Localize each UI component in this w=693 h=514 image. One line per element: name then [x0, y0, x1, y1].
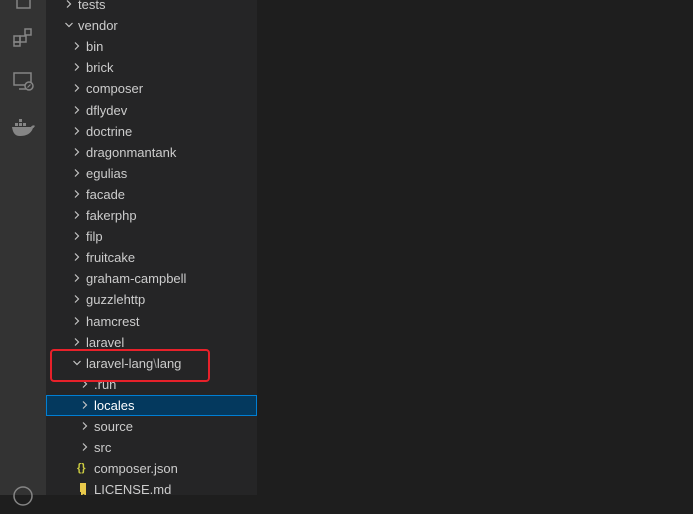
tree-item-label: tests: [78, 0, 106, 12]
tree-item-label: laravel-lang\lang: [86, 353, 181, 374]
tree-item-label: vendor: [78, 18, 118, 34]
tree-item-fakerphp[interactable]: fakerphp: [46, 205, 257, 226]
remote-explorer-icon[interactable]: [0, 63, 46, 99]
tree-item-laravel-lang-lang[interactable]: laravel-lang\lang: [46, 353, 257, 374]
tree-item-label: source: [94, 419, 134, 434]
chevron-right-icon: [80, 416, 90, 437]
tree-item-dragonmantank[interactable]: dragonmantank: [46, 142, 257, 163]
tree-item-vendor[interactable]: vendor: [46, 15, 257, 36]
chevron-right-icon: [72, 311, 82, 332]
chevron-right-icon: [72, 332, 82, 353]
json-file-icon: {}: [77, 462, 86, 475]
tree-item-composer[interactable]: composer: [46, 78, 257, 99]
tree-item-tests[interactable]: tests: [46, 0, 257, 15]
tree-item-label: composer.json: [94, 461, 178, 477]
tree-item-egulias[interactable]: egulias: [46, 163, 257, 184]
chevron-down-icon: [72, 353, 82, 374]
tree-item-label: bin: [86, 39, 104, 55]
chevron-right-icon: [72, 142, 82, 163]
tree-item-fruitcake[interactable]: fruitcake: [46, 247, 257, 268]
tree-item-label: filp: [86, 229, 103, 245]
chevron-right-icon: [72, 268, 82, 289]
license-file-icon: [79, 479, 88, 495]
extensions-icon[interactable]: [0, 19, 46, 55]
tree-item-label: .run: [94, 376, 117, 392]
tree-item-src[interactable]: src: [46, 437, 257, 458]
tree-item-label: fakerphp: [86, 208, 137, 223]
tree-item-source[interactable]: source: [46, 416, 257, 437]
accounts-icon[interactable]: [0, 478, 46, 514]
docker-icon[interactable]: [0, 110, 46, 146]
tree-item-label: src: [94, 440, 112, 456]
chevron-right-icon: [72, 100, 82, 121]
folder-segment-laravel-lang: laravel-lang: [86, 355, 154, 371]
tree-item-label: egulias: [86, 165, 128, 181]
tree-item-label: dflydev: [86, 102, 128, 118]
tree-item-run[interactable]: .run: [46, 374, 257, 395]
tree-item-label: fruitcake: [86, 250, 136, 266]
tree-item-label: dragonmantank: [86, 144, 177, 160]
activity-bar: [0, 0, 46, 506]
chevron-right-icon: [72, 289, 82, 310]
tree-item-label: brick: [86, 60, 114, 76]
tree-item-facade[interactable]: facade: [46, 184, 257, 205]
chevron-right-icon: [80, 437, 90, 458]
tree-item-label: hamcrest: [86, 313, 140, 329]
tree-item-guzzlehttp[interactable]: guzzlehttp: [46, 289, 257, 310]
tree-item-label: facade: [86, 186, 126, 202]
explorer-icon[interactable]: [0, 0, 46, 18]
chevron-right-icon: [72, 226, 82, 247]
tree-item-locales[interactable]: locales: [46, 394, 257, 416]
chevron-down-icon: [64, 15, 74, 36]
tree-item-label: laravel: [86, 334, 125, 350]
tree-item-label: LICENSE.md: [94, 482, 172, 495]
chevron-right-icon: [72, 57, 82, 78]
chevron-right-icon: [80, 395, 90, 416]
chevron-right-icon: [72, 163, 82, 184]
explorer-panel: tests vendor bin brick composer dflydev doctri…: [46, 0, 257, 495]
tree-item-label: graham-campbell: [86, 271, 187, 287]
tree-item-hamcrest[interactable]: hamcrest: [46, 311, 257, 332]
tree-item-bin[interactable]: bin: [46, 36, 257, 57]
chevron-right-icon: [72, 205, 82, 226]
folder-segment-lang: lang: [156, 355, 182, 371]
tree-item-dflydev[interactable]: dflydev: [46, 100, 257, 121]
tree-item-license-md[interactable]: LICENSE.md: [46, 479, 257, 495]
chevron-right-icon: [72, 121, 82, 142]
tree-item-composer-json[interactable]: {} composer.json: [46, 458, 257, 479]
editor-area: [257, 0, 693, 495]
tree-item-filp[interactable]: filp: [46, 226, 257, 247]
tree-item-doctrine[interactable]: doctrine: [46, 121, 257, 142]
chevron-right-icon: [72, 36, 82, 57]
tree-item-brick[interactable]: brick: [46, 57, 257, 78]
tree-item-label: composer: [86, 81, 144, 97]
tree-item-label: locales: [94, 397, 135, 413]
tree-item-label: doctrine: [86, 123, 133, 139]
chevron-right-icon: [72, 247, 82, 268]
tree-item-graham-campbell[interactable]: graham-campbell: [46, 268, 257, 289]
chevron-right-icon: [72, 184, 82, 205]
chevron-right-icon: [64, 0, 74, 15]
tree-item-laravel[interactable]: laravel: [46, 332, 257, 353]
tree-item-label: guzzlehttp: [86, 292, 146, 308]
chevron-right-icon: [80, 374, 90, 395]
chevron-right-icon: [72, 78, 82, 99]
